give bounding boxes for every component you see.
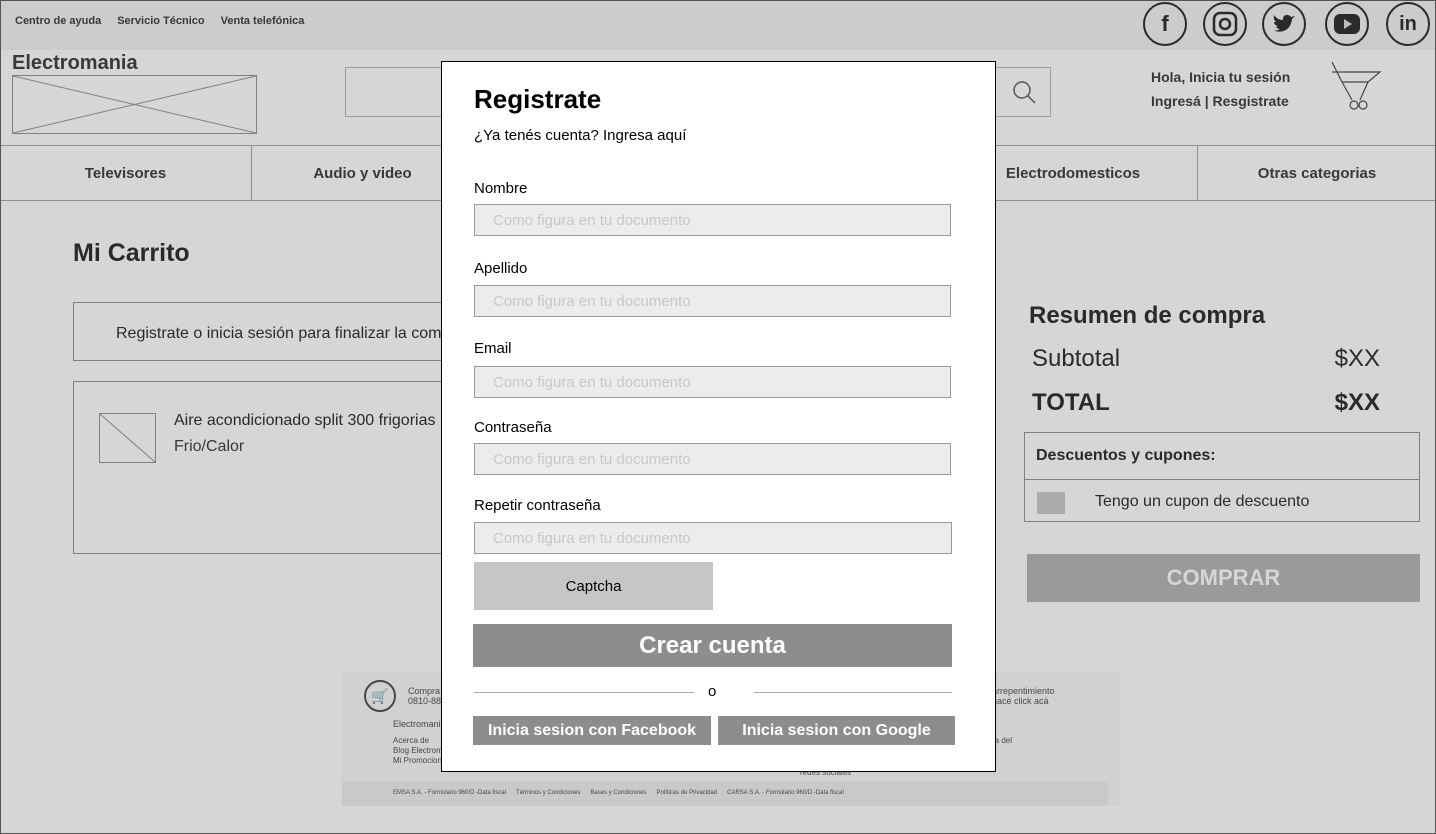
email-label: Email [474,340,512,357]
first-name-field[interactable] [474,204,951,236]
login-prompt-link[interactable]: ¿Ya tenés cuenta? Ingresa aquí [474,127,686,144]
captcha-box[interactable]: Captcha [474,562,713,610]
google-login-button[interactable]: Inicia sesion con Google [718,716,955,745]
divider-text: o [708,683,717,700]
password-field[interactable] [474,443,951,475]
last-name-label: Apellido [474,260,528,277]
repeat-password-label: Repetir contraseña [474,497,601,514]
last-name-field[interactable] [474,285,951,317]
first-name-label: Nombre [474,180,528,197]
facebook-login-button[interactable]: Inicia sesion con Facebook [473,716,711,745]
register-modal: Registrate ¿Ya tenés cuenta? Ingresa aqu… [441,61,996,772]
divider-line-left [474,692,694,693]
password-label: Contraseña [474,419,552,436]
email-field[interactable] [474,366,951,398]
divider-line-right [754,692,952,693]
modal-title: Registrate [474,84,602,114]
create-account-button[interactable]: Crear cuenta [473,624,952,667]
repeat-password-field[interactable] [474,522,952,554]
